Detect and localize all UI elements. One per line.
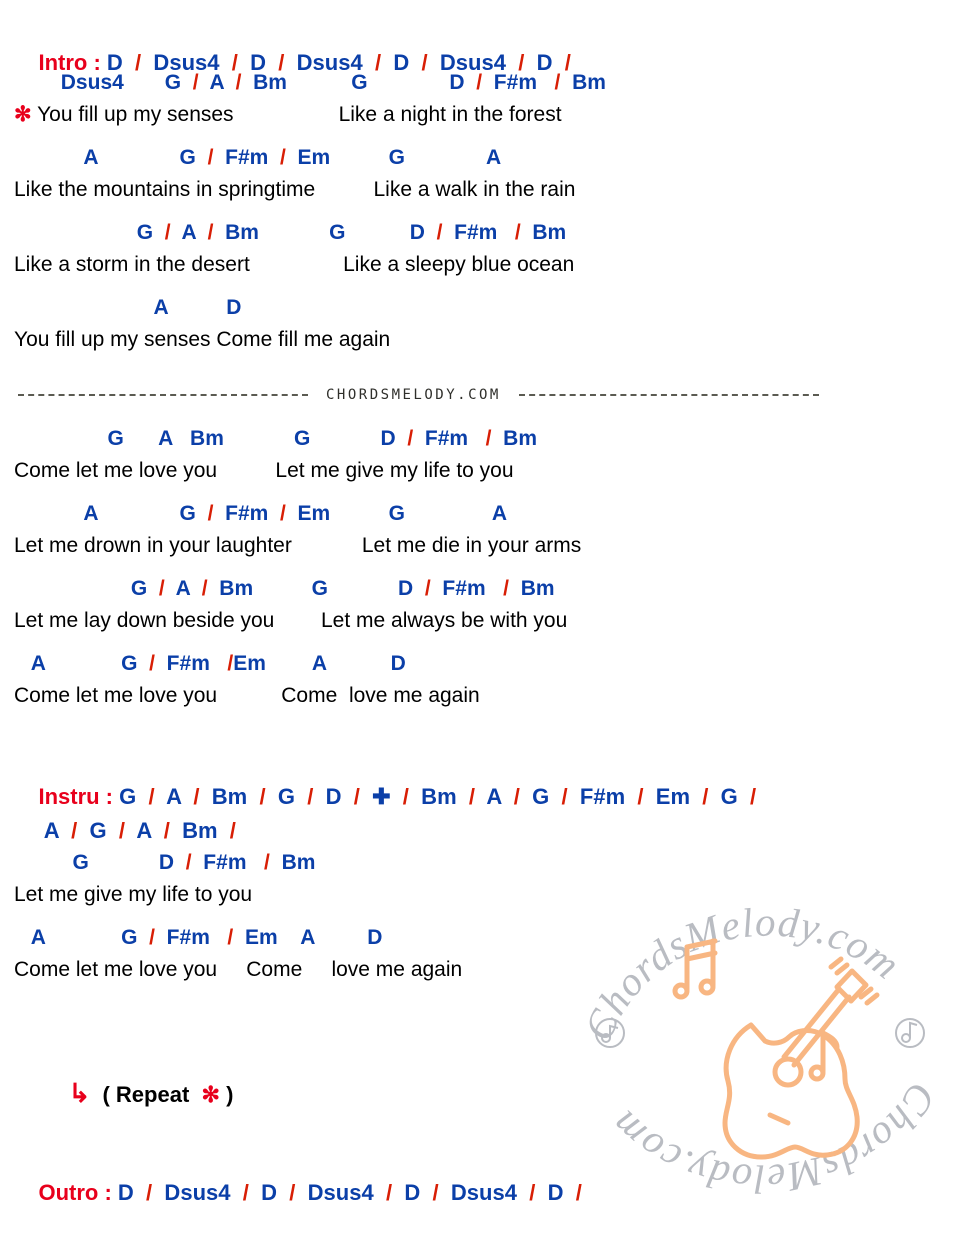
divider-dash-right [518,394,819,396]
chord-line: G A Bm G D / F#m / Bm [0,424,980,454]
lyric-line-text: You fill up my senses Come fill me again [14,328,391,351]
lyric-line: Let me lay down beside you Let me always… [0,604,980,637]
lyric-line-text: Let me drown in your laughter Let me die… [14,534,582,557]
verse-3-block: G D / F#m / Bm Let me give my life to yo… [0,848,980,986]
chord-line: G D / F#m / Bm [0,848,980,878]
pre-instru-gap [0,712,980,746]
lyric-line-text: Let me give my life to you [14,883,253,906]
pre-outro-gap-2 [0,1120,980,1142]
outro-chords: D / Dsus4 / D / Dsus4 / D / Dsus4 / D / [117,1180,582,1205]
lyric-line: Like the mountains in springtime Like a … [0,173,980,206]
section-divider: CHORDSMELODY.COM [0,378,980,412]
repeat-arrow-icon: ↳ [68,1078,91,1108]
lyric-line-text: Come let me love you Come love me again [14,958,463,981]
lyric-line: Let me drown in your laughter Let me die… [0,529,980,562]
lyric-line-text: Let me lay down beside you Let me always… [14,609,568,632]
instru-chords-line-1: G / A / Bm / G / D / ✚ / Bm / A / G / F#… [119,784,757,809]
lyric-line: Come let me love you Let me give my life… [0,454,980,487]
lyric-line-text: Like the mountains in springtime Like a … [14,178,576,201]
chord-line-text: A G / F#m / Em G A [83,502,508,525]
chord-sheet: Intro : D / Dsus4 / D / Dsus4 / D / Dsus… [0,0,980,1205]
lyric-line: You fill up my senses Come fill me again [0,323,980,356]
chord-line: G / A / Bm G D / F#m / Bm [0,218,980,248]
verse-start-marker: ✻ [14,103,32,126]
post-divider-gap [0,412,980,424]
verse-2-block: G A Bm G D / F#m / Bm Come let me love y… [0,424,980,712]
chord-line: A G / F#m / Em A D [0,923,980,953]
lyric-line-text: Come let me love you Come love me again [14,684,480,707]
repeat-close-text: ) [219,1082,234,1107]
chord-line: A D [0,293,980,323]
intro-section-line: Intro : D / Dsus4 / D / Dsus4 / D / Dsus… [0,12,980,75]
chord-line-text: G / A / Bm G D / F#m / Bm [130,577,555,600]
chord-line-text: G D / F#m / Bm [72,851,316,874]
pre-divider-gap [0,356,980,378]
lyric-line: Come let me love you Come love me again [0,953,980,986]
chord-line-text: G A Bm G D / F#m / Bm [107,427,538,450]
outro-label: Outro : [38,1180,112,1205]
chord-line-text: A G / F#m /Em A D [30,652,406,675]
chord-line: Dsus4 G / A / Bm G D / F#m / Bm [0,68,980,98]
repeat-line: ↳ ( Repeat ✻ ) [0,1042,980,1108]
lyric-line: ✻ You fill up my senses Like a night in … [0,98,980,131]
chord-line: A G / F#m / Em G A [0,499,980,529]
repeat-open-text: ( Repeat [102,1082,202,1107]
divider-dash-left [18,394,308,396]
verse-1-block: Dsus4 G / A / Bm G D / F#m / Bm ✻ You fi… [0,68,980,356]
lyric-line-text: Come let me love you Let me give my life… [14,459,514,482]
instru-label: Instru : [38,784,114,809]
chord-line-text: A D [153,296,242,319]
lyric-line-text: You fill up my senses Like a night in th… [31,103,562,126]
divider-site-name: CHORDSMELODY.COM [326,387,501,403]
chord-line-text: A G / F#m / Em A D [30,926,383,949]
chord-line: A G / F#m / Em G A [0,143,980,173]
chord-line-text: Dsus4 G / A / Bm G D / F#m / Bm [60,71,606,94]
chord-line: A G / F#m /Em A D [0,649,980,679]
pre-repeat-gap [0,986,980,1020]
chord-line-text: G / A / Bm G D / F#m / Bm [136,221,567,244]
instru-section-line: Instru : G / A / Bm / G / D / ✚ / Bm / A… [0,746,980,809]
lyric-line: Let me give my life to you [0,878,980,911]
instru-chords-line-2: A / G / A / Bm / [43,818,236,843]
chord-line: G / A / Bm G D / F#m / Bm [0,574,980,604]
outro-section-line: Outro : D / Dsus4 / D / Dsus4 / D / Dsus… [0,1142,980,1205]
pre-repeat-gap-2 [0,1020,980,1042]
top-spacer [0,0,980,12]
lyric-line: Come let me love you Come love me again [0,679,980,712]
chord-line-text: A G / F#m / Em G A [83,146,502,169]
repeat-star-marker: ✻ [201,1082,220,1107]
lyric-line: Like a storm in the desert Like a sleepy… [0,248,980,281]
lyric-line-text: Like a storm in the desert Like a sleepy… [14,253,575,276]
